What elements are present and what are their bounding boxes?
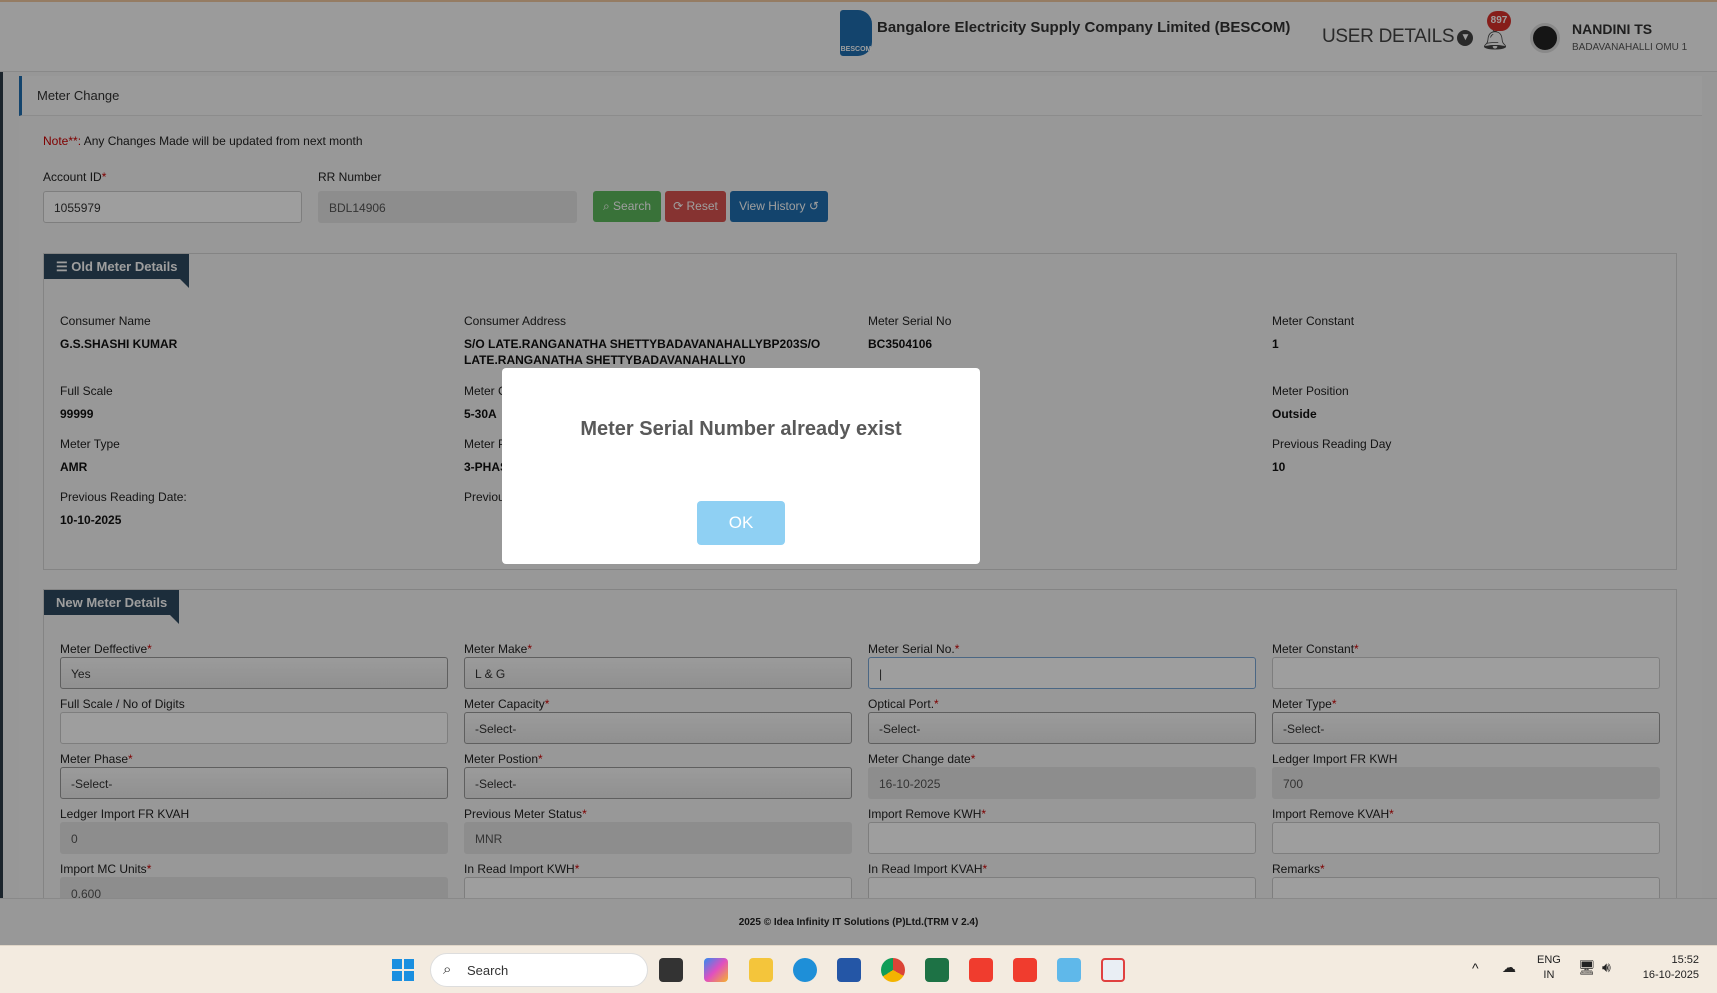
windows-start-icon[interactable] — [392, 959, 414, 981]
cloud-off-icon[interactable]: ☁ — [1502, 959, 1516, 976]
anydesk-icon-2[interactable] — [1013, 958, 1037, 982]
file-explorer-icon[interactable] — [749, 958, 773, 982]
copilot-icon[interactable] — [704, 958, 728, 982]
search-icon: ⌕ — [443, 961, 452, 978]
anydesk-icon[interactable] — [969, 958, 993, 982]
clock[interactable]: 15:52 16-10-2025 — [1635, 954, 1699, 981]
taskbar-search-label: Search — [467, 963, 509, 978]
time: 15:52 — [1671, 954, 1699, 966]
store-icon[interactable] — [837, 958, 861, 982]
lang-code: ENG — [1537, 954, 1561, 966]
ok-button[interactable]: OK — [697, 501, 785, 545]
snipping-tool-icon[interactable] — [1101, 958, 1125, 982]
edge-icon[interactable] — [793, 958, 817, 982]
task-view-icon[interactable] — [659, 958, 683, 982]
excel-icon[interactable] — [925, 958, 949, 982]
alert-dialog: Meter Serial Number already exist OK — [502, 368, 980, 564]
alert-message: Meter Serial Number already exist — [580, 418, 902, 440]
region-code: IN — [1543, 969, 1555, 981]
chevron-up-icon[interactable]: ^ — [1472, 960, 1479, 976]
volume-icon[interactable]: 🔊︎ — [1602, 959, 1611, 976]
date: 16-10-2025 — [1642, 969, 1699, 981]
taskbar: ⌕ Search ^ ☁ ENG IN 🖥︎ 🔊︎ 15:52 16-10-2025 — [0, 945, 1717, 993]
app-window-icon[interactable] — [1057, 958, 1081, 982]
language-indicator[interactable]: ENG IN — [1537, 954, 1561, 981]
network-icon[interactable]: 🖥︎ — [1578, 959, 1596, 976]
chrome-icon[interactable] — [881, 958, 905, 982]
taskbar-search[interactable]: ⌕ Search — [430, 953, 648, 987]
